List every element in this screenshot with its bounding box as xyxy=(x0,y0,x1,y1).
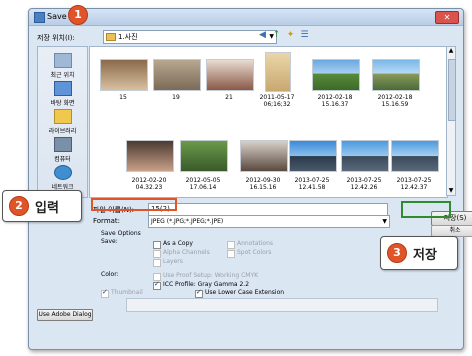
photo-thumbnail[interactable] xyxy=(265,52,291,92)
file-name[interactable]: 19 xyxy=(146,94,206,101)
scroll-down-icon[interactable]: ▼ xyxy=(447,187,455,195)
spot-colors-label: Spot Colors xyxy=(237,249,272,256)
as-a-copy-label: As a Copy xyxy=(163,240,193,247)
desktop-icon xyxy=(53,81,72,96)
place-label: 라이브러리 xyxy=(48,128,77,135)
lower-case-extension-checkbox[interactable] xyxy=(195,288,203,298)
layers-label: Layers xyxy=(163,258,183,265)
color-label: Color: xyxy=(101,271,119,278)
photo-thumbnail[interactable] xyxy=(312,59,360,91)
photo-thumbnail[interactable] xyxy=(180,140,228,172)
file-name[interactable]: 2013-07-25 12.41.58 xyxy=(282,177,342,191)
file-name[interactable]: 2012-02-18 15.16.59 xyxy=(365,94,425,108)
thumbnail-label: Thumbnail xyxy=(111,289,143,296)
close-window-button[interactable]: ✕ xyxy=(435,11,459,24)
computer-icon xyxy=(53,137,72,152)
layers-checkbox[interactable] xyxy=(153,259,161,267)
photo-thumbnail[interactable] xyxy=(372,59,420,91)
save-as-dialog: Save As ✕ 저장 위치(I): 1.사진 ▼ ◀ ↑ ✦ ☰ 최근 위치… xyxy=(28,8,472,350)
annotations-checkbox[interactable] xyxy=(227,241,235,249)
photo-thumbnail[interactable] xyxy=(153,59,201,91)
view-menu-icon[interactable]: ☰ xyxy=(299,30,310,41)
annotations-label: Annotations xyxy=(237,240,274,247)
chevron-down-icon: ▼ xyxy=(382,218,387,225)
title-bar[interactable]: Save As ✕ xyxy=(29,9,463,26)
vertical-scrollbar[interactable]: ▲ ▼ xyxy=(446,46,456,196)
photo-thumbnail[interactable] xyxy=(126,140,174,172)
save-location-value: 1.사진 xyxy=(118,33,138,41)
thumbnail-checkbox[interactable] xyxy=(101,288,109,298)
save-location-dropdown[interactable]: 1.사진 ▼ xyxy=(103,30,277,44)
file-name[interactable]: 2011-05-17 06;16;32 xyxy=(247,94,307,108)
place-desktop[interactable]: 바탕 화면 xyxy=(38,81,87,107)
step-3-badge: 3 xyxy=(387,243,407,263)
step-2-callout: 2 입력 xyxy=(2,190,82,222)
file-name[interactable]: 15 xyxy=(93,94,153,101)
photo-thumbnail[interactable] xyxy=(100,59,148,91)
folder-icon xyxy=(106,33,116,41)
place-label: 컴퓨터 xyxy=(54,156,71,163)
filename-highlight xyxy=(91,198,177,211)
lower-case-extension-label: Use Lower Case Extension xyxy=(205,289,285,296)
use-proof-setup-label: Use Proof Setup: Working CMYK xyxy=(163,272,259,279)
place-label: 최근 위치 xyxy=(50,72,75,79)
save-options-heading: Save Options xyxy=(101,230,141,237)
scroll-up-icon[interactable]: ▲ xyxy=(447,47,455,55)
places-bar: 최근 위치 바탕 화면 라이브러리 컴퓨터 네트워크 xyxy=(37,46,88,198)
photo-thumbnail[interactable] xyxy=(391,140,439,172)
scrollbar-thumb[interactable] xyxy=(448,59,456,121)
spot-colors-checkbox[interactable] xyxy=(227,250,235,258)
file-name[interactable]: 2012-05-05 17.06.14 xyxy=(173,177,233,191)
photo-thumbnail[interactable] xyxy=(206,59,254,91)
step-3-text: 저장 xyxy=(413,248,437,263)
alpha-channels-checkbox[interactable] xyxy=(153,250,161,258)
libraries-icon xyxy=(53,109,72,124)
save-button-highlight xyxy=(401,201,451,218)
photo-thumbnail[interactable] xyxy=(240,140,288,172)
place-recent[interactable]: 최근 위치 xyxy=(38,53,87,79)
format-label: Format: xyxy=(93,217,121,225)
save-label: Save: xyxy=(101,238,118,245)
save-location-label: 저장 위치(I): xyxy=(37,34,75,42)
format-dropdown[interactable]: JPEG (*.JPG;*.JPEG;*.JPE) ▼ xyxy=(148,215,390,228)
photo-thumbnail[interactable] xyxy=(289,140,337,172)
file-list[interactable]: 15 19 21 2011-05-17 06;16;32 2012-02-18 … xyxy=(89,46,448,198)
icc-profile-checkbox[interactable] xyxy=(153,280,161,290)
step-2-badge: 2 xyxy=(9,196,29,216)
photoshop-app-icon xyxy=(34,12,45,23)
status-field xyxy=(126,298,438,312)
place-network[interactable]: 네트워크 xyxy=(38,165,87,191)
alpha-channels-label: Alpha Channels xyxy=(163,249,210,256)
icc-profile-label: ICC Profile: Gray Gamma 2.2 xyxy=(163,281,250,288)
place-computer[interactable]: 컴퓨터 xyxy=(38,137,87,163)
photo-thumbnail[interactable] xyxy=(341,140,389,172)
place-label: 바탕 화면 xyxy=(50,100,75,107)
format-value: JPEG (*.JPG;*.JPEG;*.JPE) xyxy=(151,218,224,225)
file-name[interactable]: 2013-07-25 12.42.37 xyxy=(384,177,444,191)
up-folder-icon[interactable]: ↑ xyxy=(271,30,282,41)
step-2-text: 입력 xyxy=(35,201,59,216)
step-1-badge: 1 xyxy=(68,5,88,25)
use-adobe-dialog-button[interactable]: Use Adobe Dialog xyxy=(37,309,93,321)
as-a-copy-checkbox[interactable] xyxy=(153,241,161,249)
file-name[interactable]: 2012-02-20 04.32.23 xyxy=(119,177,179,191)
recent-places-icon xyxy=(53,53,72,68)
network-icon xyxy=(53,165,72,180)
place-libraries[interactable]: 라이브러리 xyxy=(38,109,87,135)
step-3-callout: 3 저장 xyxy=(380,236,458,270)
file-name[interactable]: 2012-02-18 15.16.37 xyxy=(305,94,365,108)
back-icon[interactable]: ◀ xyxy=(257,30,268,41)
new-folder-icon[interactable]: ✦ xyxy=(285,30,296,41)
